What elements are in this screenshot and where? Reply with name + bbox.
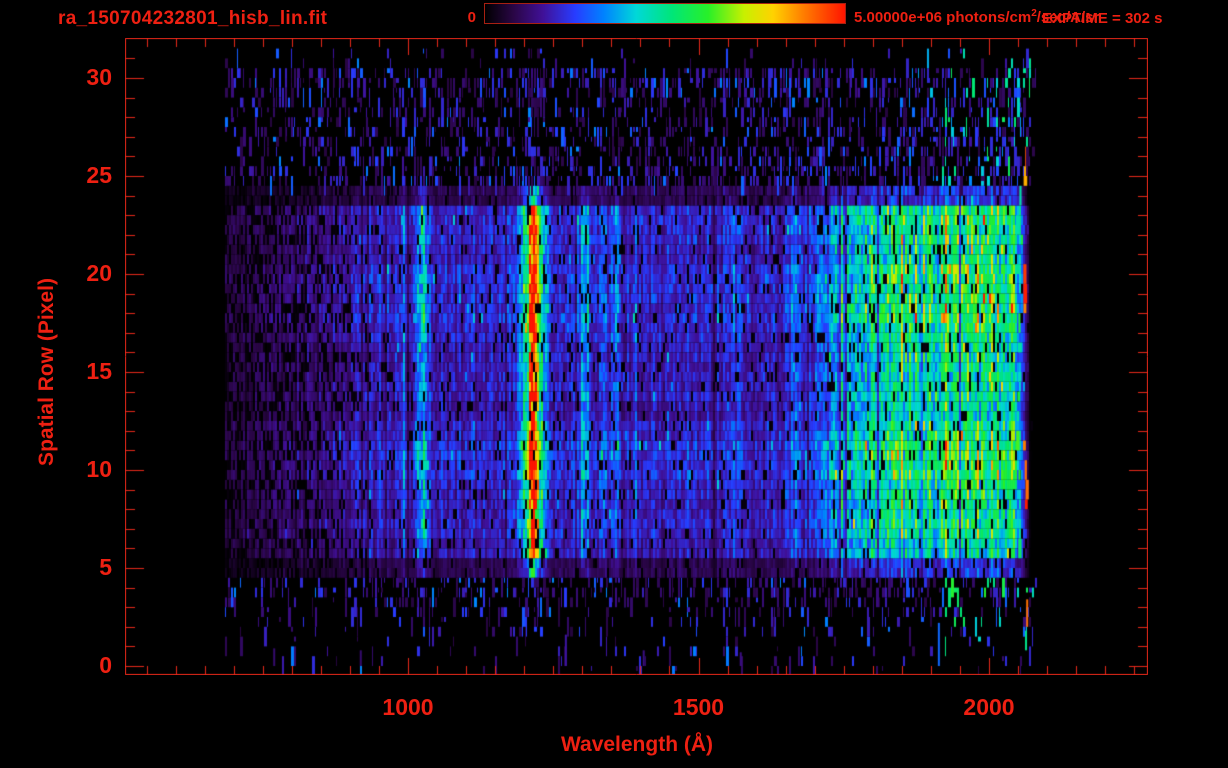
y-tick-label: 25 xyxy=(86,162,112,188)
spectrogram-plot xyxy=(125,38,1148,675)
x-tick-label: 1500 xyxy=(672,694,725,720)
spectral-image-window: ra_150704232801_hisb_lin.fit 0 5.00000e+… xyxy=(0,0,1228,768)
colorbar-max-prefix: 5.00000e+06 photons/cm xyxy=(854,9,1032,26)
colorbar xyxy=(484,3,846,24)
y-tick-label: 30 xyxy=(86,64,112,90)
x-tick-label: 2000 xyxy=(963,694,1015,720)
exptime-label: EXPTIME = 302 s xyxy=(1042,10,1163,27)
y-tick-label: 5 xyxy=(99,554,112,580)
file-title: ra_150704232801_hisb_lin.fit xyxy=(58,8,328,29)
y-tick-label: 0 xyxy=(99,652,112,678)
colorbar-min-label: 0 xyxy=(467,9,476,26)
y-tick-label: 20 xyxy=(86,260,112,286)
x-axis-label: Wavelength (Å) xyxy=(560,733,714,756)
x-tick-label: 1000 xyxy=(382,694,434,720)
y-tick-label: 10 xyxy=(86,456,112,482)
y-tick-label: 15 xyxy=(86,358,112,384)
